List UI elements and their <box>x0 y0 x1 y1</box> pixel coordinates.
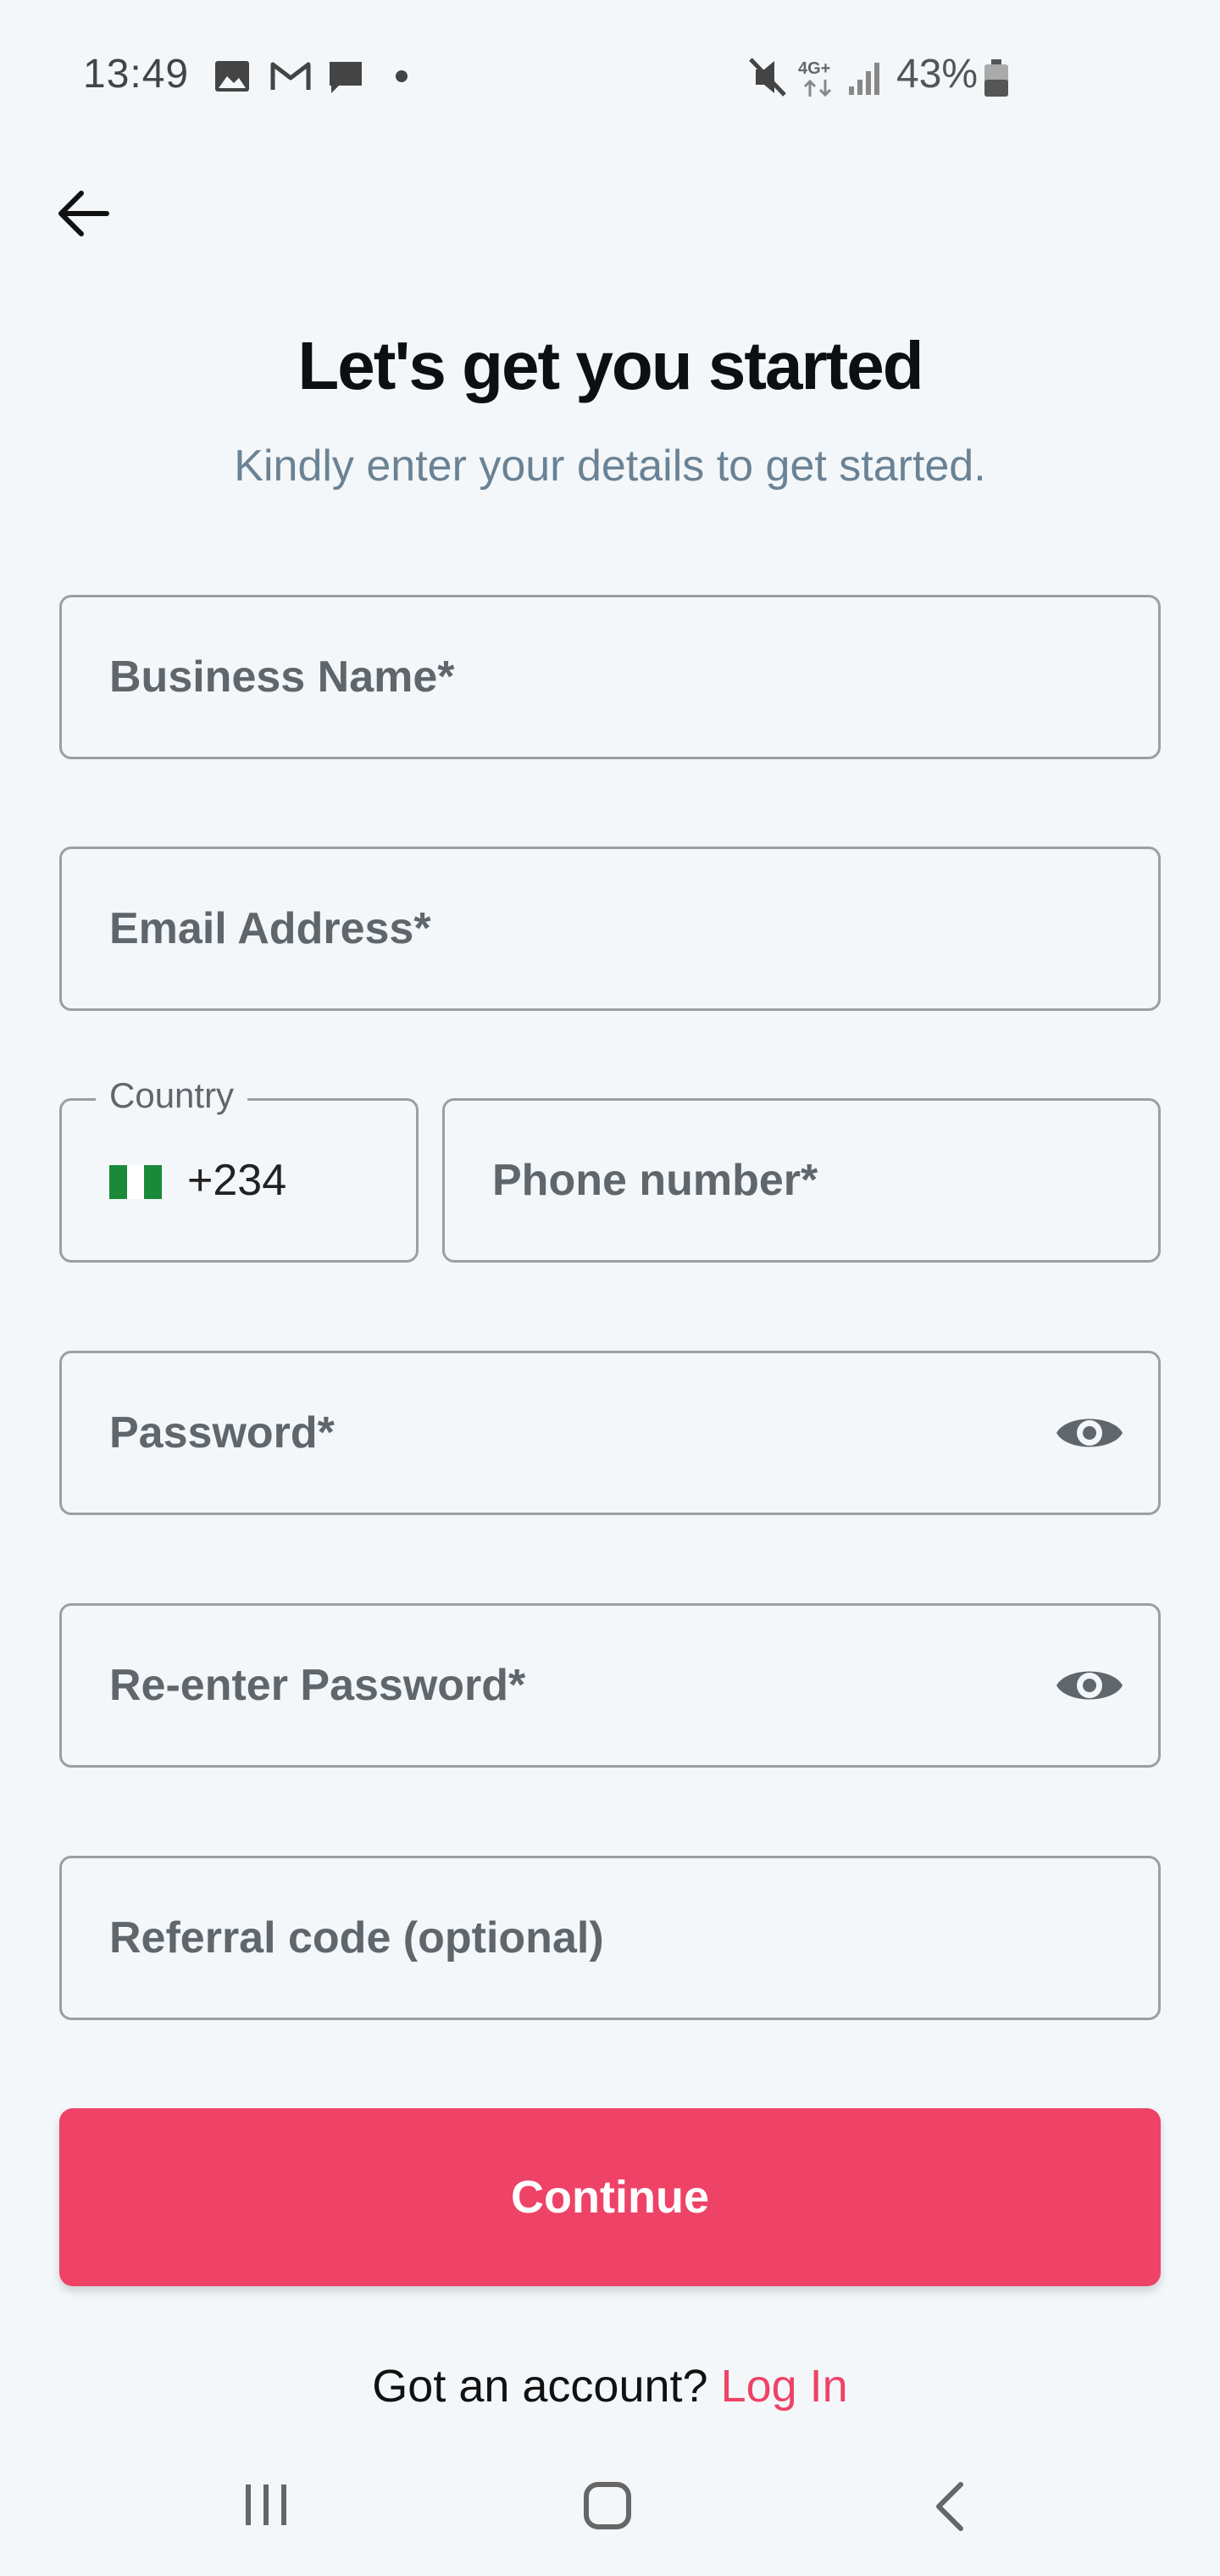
home-icon[interactable] <box>583 2481 634 2532</box>
email-placeholder: Email Address* <box>109 904 431 953</box>
business-name-field[interactable]: Business Name* <box>59 595 1161 759</box>
mute-icon <box>749 58 786 97</box>
back-button[interactable] <box>47 178 119 249</box>
network-type: 4G+ <box>798 59 831 78</box>
signal-icon <box>849 63 879 95</box>
gmail-icon <box>270 62 311 90</box>
login-link[interactable]: Log In <box>721 2361 848 2412</box>
status-time: 13:49 <box>83 52 190 97</box>
country-dial-code: +234 <box>187 1156 287 1205</box>
eye-icon[interactable] <box>1055 1662 1124 1709</box>
login-prompt-text: Got an account? <box>372 2361 708 2412</box>
referral-code-field[interactable]: Referral code (optional) <box>59 1856 1161 2020</box>
data-arrows-icon <box>803 79 832 97</box>
arrow-left-icon <box>58 191 109 236</box>
password-placeholder: Password* <box>109 1408 335 1457</box>
login-prompt-row: Got an account? Log In <box>0 2360 1220 2412</box>
nigeria-flag-icon <box>109 1165 163 1199</box>
message-icon <box>330 62 362 93</box>
eye-icon[interactable] <box>1055 1409 1124 1457</box>
reenter-password-field[interactable]: Re-enter Password* <box>59 1603 1161 1768</box>
continue-button[interactable]: Continue <box>59 2108 1161 2286</box>
email-field[interactable]: Email Address* <box>59 847 1161 1011</box>
page-subtitle: Kindly enter your details to get started… <box>234 441 986 491</box>
dot-icon <box>396 70 408 82</box>
page-title: Let's get you started <box>297 328 923 403</box>
password-field[interactable]: Password* <box>59 1351 1161 1515</box>
battery-icon <box>984 59 1008 97</box>
business-name-placeholder: Business Name* <box>109 652 455 702</box>
phone-number-field[interactable]: Phone number* <box>442 1098 1161 1263</box>
phone-number-placeholder: Phone number* <box>492 1156 818 1205</box>
country-code-select[interactable]: Country +234 <box>59 1075 419 1263</box>
back-icon[interactable] <box>932 2481 966 2532</box>
recent-apps-icon[interactable] <box>242 2483 290 2527</box>
image-icon <box>215 61 249 92</box>
referral-code-placeholder: Referral code (optional) <box>109 1913 604 1963</box>
reenter-password-placeholder: Re-enter Password* <box>109 1661 526 1710</box>
battery-percent: 43% <box>896 52 979 97</box>
